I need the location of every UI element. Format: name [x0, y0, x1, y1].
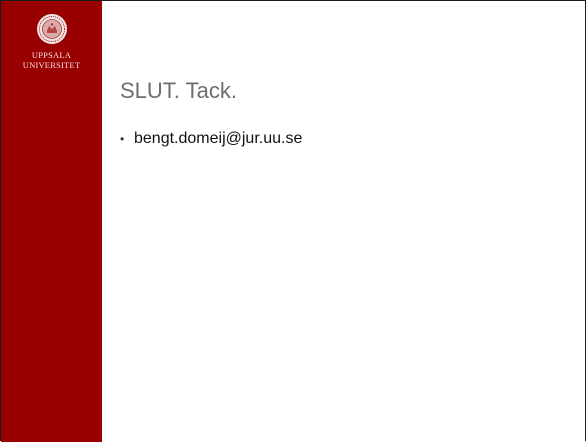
bullet-mark: •: [120, 132, 125, 146]
university-seal-icon: [37, 14, 67, 44]
university-name: UPPSALA UNIVERSITET: [1, 50, 102, 70]
university-name-line2: UNIVERSITET: [22, 60, 81, 70]
university-sidebar: UPPSALA UNIVERSITET: [1, 1, 102, 442]
bullet-list: • bengt.domeij@jur.uu.se: [120, 129, 302, 149]
email-text: bengt.domeij@jur.uu.se: [134, 130, 303, 147]
bullet-item: • bengt.domeij@jur.uu.se: [120, 129, 302, 149]
slide: UPPSALA UNIVERSITET SLUT. Tack. • bengt.…: [0, 0, 586, 442]
slide-title: SLUT. Tack.: [120, 78, 237, 103]
university-name-line1: UPPSALA: [31, 50, 72, 60]
